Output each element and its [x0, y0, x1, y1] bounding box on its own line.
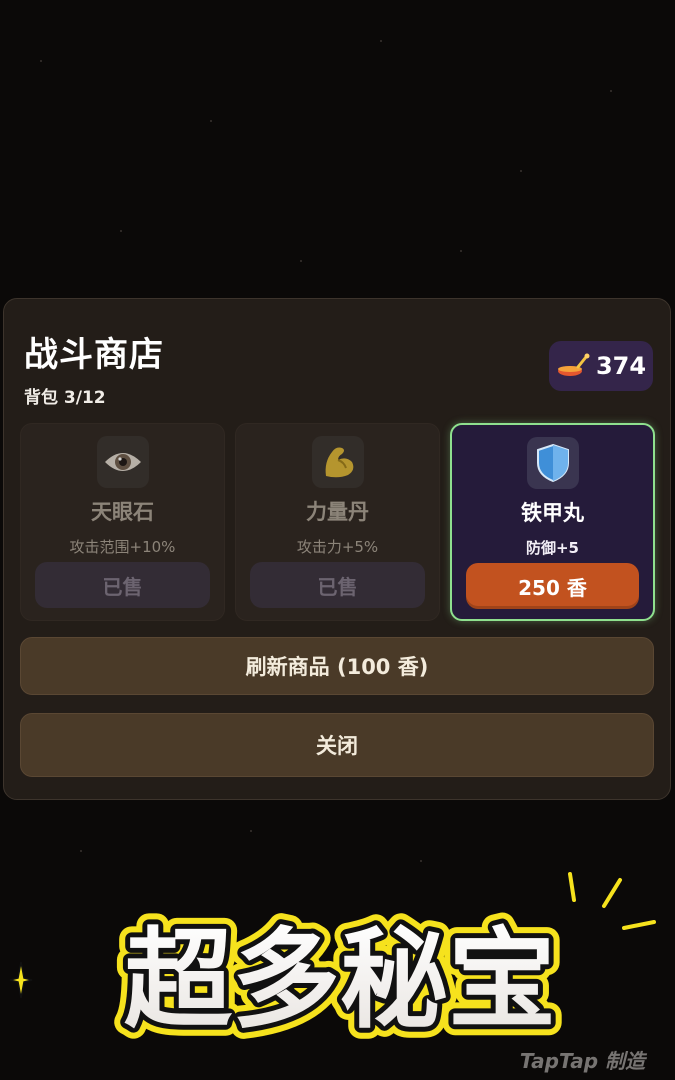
refresh-items-button[interactable]: 刷新商品 (100 香): [20, 637, 654, 695]
currency-value: 374: [595, 352, 647, 380]
incense-burner-icon: [557, 353, 590, 376]
battle-shop-panel: 战斗商店 背包 3/12 374 天眼石 攻击范围+10% 已售 力量丹 攻击力…: [3, 298, 671, 800]
svg-text:超多秘宝: 超多秘宝: [124, 918, 556, 1043]
promo-banner: 超多秘宝 超多秘宝 超多秘宝: [55, 905, 625, 1055]
sparkle-icon: [9, 961, 33, 999]
shop-item-card-available[interactable]: 铁甲丸 防御+5 250 香: [450, 423, 655, 621]
item-name: 天眼石: [91, 500, 154, 524]
taptap-watermark: TapTap 制造: [519, 1049, 645, 1073]
backpack-capacity: 背包 3/12: [24, 388, 106, 408]
item-name: 铁甲丸: [521, 501, 584, 525]
shop-title: 战斗商店: [24, 335, 164, 375]
item-description: 防御+5: [525, 539, 579, 557]
currency-display: 374: [549, 341, 653, 391]
burst-lines-icon: [568, 872, 656, 930]
eye-icon: [96, 436, 149, 488]
shop-item-card-sold: 力量丹 攻击力+5% 已售: [235, 423, 440, 621]
item-description: 攻击力+5%: [296, 538, 379, 556]
shop-item-card-sold: 天眼石 攻击范围+10% 已售: [20, 423, 225, 621]
sold-out-button: 已售: [35, 562, 210, 608]
item-description: 攻击范围+10%: [69, 538, 176, 556]
close-button[interactable]: 关闭: [20, 713, 654, 777]
sold-out-button: 已售: [250, 562, 425, 608]
flexed-bicep-icon: [311, 436, 364, 488]
shield-icon: [526, 437, 579, 489]
buy-button[interactable]: 250 香: [466, 563, 639, 609]
item-name: 力量丹: [306, 500, 369, 524]
promo-banner-text: 超多秘宝 超多秘宝 超多秘宝: [113, 907, 567, 1054]
